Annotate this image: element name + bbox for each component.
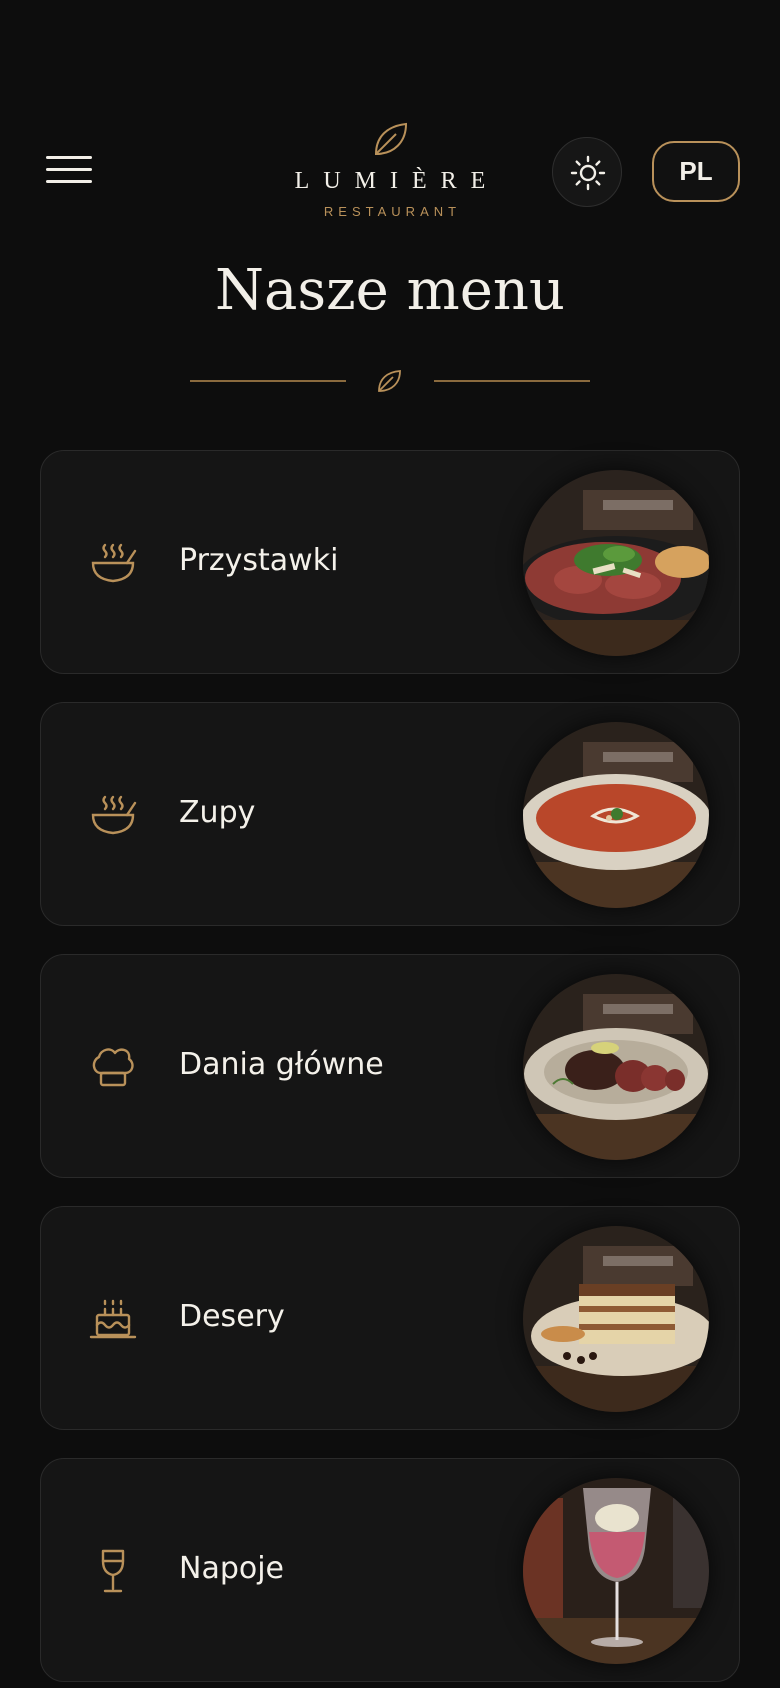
page-title: Nasze menu	[215, 258, 565, 323]
hamburger-icon[interactable]	[46, 154, 92, 186]
leaf-icon	[374, 122, 408, 156]
restaurant-logo[interactable]: LUMIÈRE RESTAURANT	[240, 118, 540, 228]
category-label: Przystawki	[179, 543, 339, 578]
category-label: Desery	[179, 1299, 285, 1334]
category-card-napoje[interactable]: Napoje	[40, 1458, 740, 1682]
title-divider	[190, 364, 590, 398]
category-card-przystawki[interactable]: Przystawki	[40, 450, 740, 674]
sun-icon	[570, 155, 606, 191]
app-header: LUMIÈRE RESTAURANT PL	[0, 0, 780, 240]
cocktail-image	[523, 1478, 709, 1664]
wine-glass-icon	[101, 1549, 125, 1593]
category-label: Napoje	[179, 1551, 285, 1586]
bowl-icon	[91, 795, 137, 835]
theme-toggle-button[interactable]	[552, 137, 622, 207]
category-card-desery[interactable]: Desery	[40, 1206, 740, 1430]
logo-name: LUMIÈRE	[294, 168, 500, 194]
cake-icon	[89, 1299, 137, 1339]
category-label: Dania główne	[179, 1047, 384, 1082]
language-button[interactable]: PL	[652, 141, 740, 202]
logo-subtitle: RESTAURANT	[323, 204, 462, 219]
tiramisu-image	[523, 1226, 709, 1412]
chef-hat-icon	[92, 1048, 134, 1087]
bowl-icon	[91, 543, 137, 583]
category-card-dania-glowne[interactable]: Dania główne	[40, 954, 740, 1178]
leaf-icon	[378, 370, 401, 392]
tomato-soup-image	[523, 722, 709, 908]
category-card-zupy[interactable]: Zupy	[40, 702, 740, 926]
steak-image	[523, 974, 709, 1160]
carpaccio-image	[523, 470, 709, 656]
category-label: Zupy	[179, 795, 256, 830]
